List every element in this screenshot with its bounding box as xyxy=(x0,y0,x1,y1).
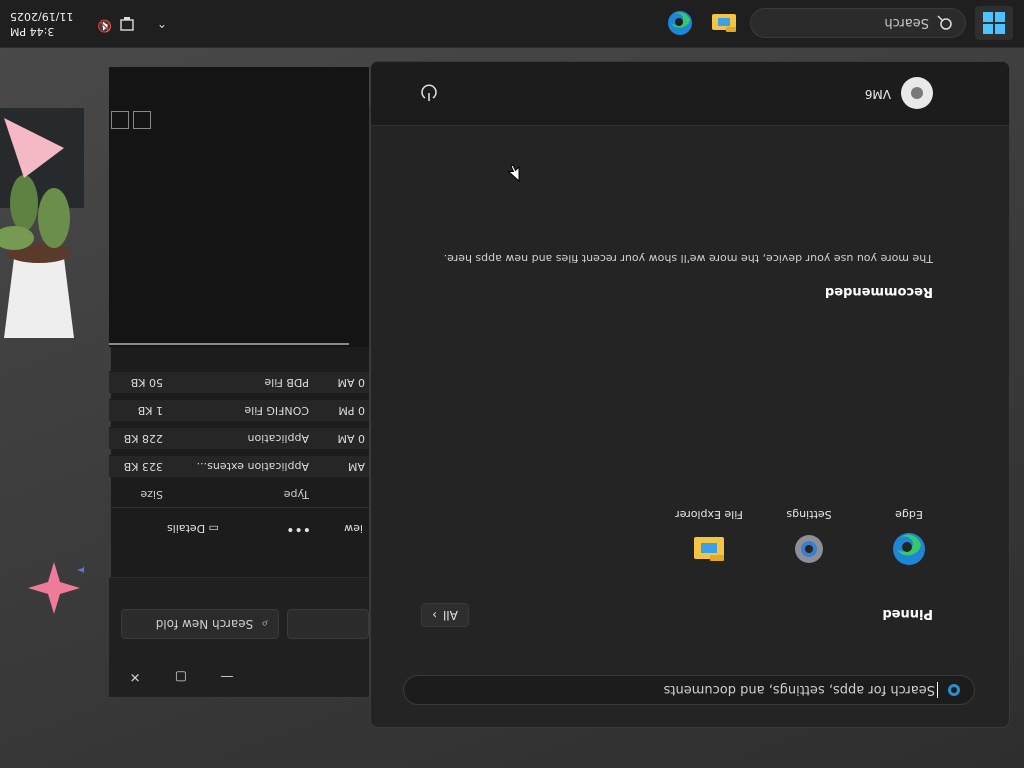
details-label: Details xyxy=(166,522,206,535)
search-icon xyxy=(948,684,960,696)
start-button[interactable] xyxy=(975,6,1013,40)
row-date: 0 PM xyxy=(338,404,365,417)
sparkle-decoration xyxy=(28,562,84,614)
tiles-view-icon[interactable] xyxy=(111,111,129,129)
pinned-app-file-explorer[interactable]: File Explorer xyxy=(659,495,759,575)
chevron-up-icon[interactable]: ⌃ xyxy=(152,13,172,33)
power-icon[interactable] xyxy=(419,83,439,103)
windows-start-icon xyxy=(983,12,1005,34)
row-date: 0 AM xyxy=(337,432,365,445)
taskbar-edge[interactable] xyxy=(664,7,696,39)
pinned-app-label: File Explorer xyxy=(675,508,743,521)
column-type[interactable]: Type xyxy=(284,488,309,501)
row-type: CONFIG File xyxy=(244,404,309,417)
start-search-placeholder: Search for apps, settings, and documents xyxy=(663,682,935,698)
explorer-titlebar[interactable]: ✕ ▢ — xyxy=(109,657,369,697)
taskbar-search-box[interactable]: Search xyxy=(750,8,966,38)
file-explorer-window[interactable]: ✕ ▢ — ⌕ Search New fold iew ••• ▭ Detail… xyxy=(109,67,370,698)
maximize-icon[interactable]: ▢ xyxy=(169,665,193,689)
all-apps-button[interactable]: All › xyxy=(421,603,469,627)
search-icon: ⌕ xyxy=(261,617,268,632)
details-pane-icon: ▭ xyxy=(205,522,219,535)
explorer-content-area xyxy=(109,67,369,347)
desktop-screen: ✕ ▢ — ⌕ Search New fold iew ••• ▭ Detail… xyxy=(0,0,1024,768)
settings-gear-icon xyxy=(795,535,823,563)
mouse-cursor-icon xyxy=(507,164,520,182)
taskbar-search-label: Search xyxy=(884,15,929,31)
row-date: AM xyxy=(347,460,365,473)
volume-icon[interactable]: 🔇 xyxy=(92,13,112,33)
edge-icon xyxy=(668,11,692,35)
user-name[interactable]: VM6 xyxy=(865,87,891,101)
edge-icon xyxy=(893,533,925,565)
explorer-search-placeholder: Search New fold xyxy=(155,617,254,631)
view-toggle-group xyxy=(111,111,151,129)
clock-time: 3:44 PM xyxy=(10,25,55,38)
row-type: Application extens... xyxy=(196,460,309,473)
start-footer: VM6 xyxy=(370,62,1009,126)
file-list-header: Type Size xyxy=(109,481,369,507)
all-apps-label: All xyxy=(442,608,458,622)
file-explorer-icon xyxy=(694,537,724,561)
pinned-app-settings[interactable]: Settings xyxy=(759,495,859,575)
table-row[interactable]: AM Application extens... 323 KB xyxy=(109,455,369,477)
column-size[interactable]: Size xyxy=(140,488,163,501)
clock-date: 11/19/2025 xyxy=(10,10,74,23)
start-search-input[interactable]: Search for apps, settings, and documents xyxy=(403,675,975,705)
row-size: 50 KB xyxy=(130,376,163,389)
pinned-heading: Pinned xyxy=(882,606,933,621)
explorer-toolbar: ⌕ Search New fold xyxy=(109,577,369,657)
recommended-heading: Recommended xyxy=(824,284,933,299)
explorer-command-bar: iew ••• ▭ Details xyxy=(109,507,369,547)
taskbar-file-explorer[interactable] xyxy=(708,7,740,39)
minimize-icon[interactable]: — xyxy=(215,665,239,689)
row-type: Application xyxy=(247,432,309,445)
row-type: PDB File xyxy=(264,376,309,389)
row-date: 0 AM xyxy=(337,376,365,389)
file-explorer-icon xyxy=(712,14,736,32)
text-caret xyxy=(937,682,938,698)
row-size: 323 KB xyxy=(123,460,163,473)
explorer-search-input[interactable]: ⌕ Search New fold xyxy=(121,609,279,639)
view-button[interactable]: iew xyxy=(344,522,363,535)
table-row[interactable]: 0 PM CONFIG File 1 KB xyxy=(109,399,369,421)
table-row[interactable]: 0 AM Application 228 KB xyxy=(109,427,369,449)
details-pane-button[interactable]: ▭ Details xyxy=(167,522,219,535)
horizontal-scrollbar[interactable] xyxy=(109,343,349,345)
user-icon xyxy=(911,87,923,99)
close-icon[interactable]: ✕ xyxy=(123,665,147,689)
chevron-right-icon: › xyxy=(432,608,437,622)
network-icon[interactable] xyxy=(114,12,136,34)
more-options-button[interactable]: ••• xyxy=(286,521,311,537)
details-view-icon[interactable] xyxy=(133,111,151,129)
pinned-app-label: Edge xyxy=(895,508,923,521)
pinned-app-label: Settings xyxy=(786,508,832,521)
taskbar: Search ⌃ 🔇 3:44 PM 11/19/2025 xyxy=(0,0,1024,48)
avatar[interactable] xyxy=(901,77,933,109)
wallpaper-plant-illustration xyxy=(0,108,84,338)
row-size: 1 KB xyxy=(137,404,163,417)
address-bar[interactable] xyxy=(287,609,369,639)
start-menu: Search for apps, settings, and documents… xyxy=(370,61,1010,728)
system-clock[interactable]: 3:44 PM 11/19/2025 xyxy=(10,9,82,39)
table-row[interactable]: 0 AM PDB File 50 KB xyxy=(109,371,369,393)
pinned-app-edge[interactable]: Edge xyxy=(859,495,959,575)
search-icon xyxy=(937,15,952,30)
recommended-empty-text: The more you use your device, the more w… xyxy=(443,252,933,265)
row-size: 228 KB xyxy=(123,432,163,445)
